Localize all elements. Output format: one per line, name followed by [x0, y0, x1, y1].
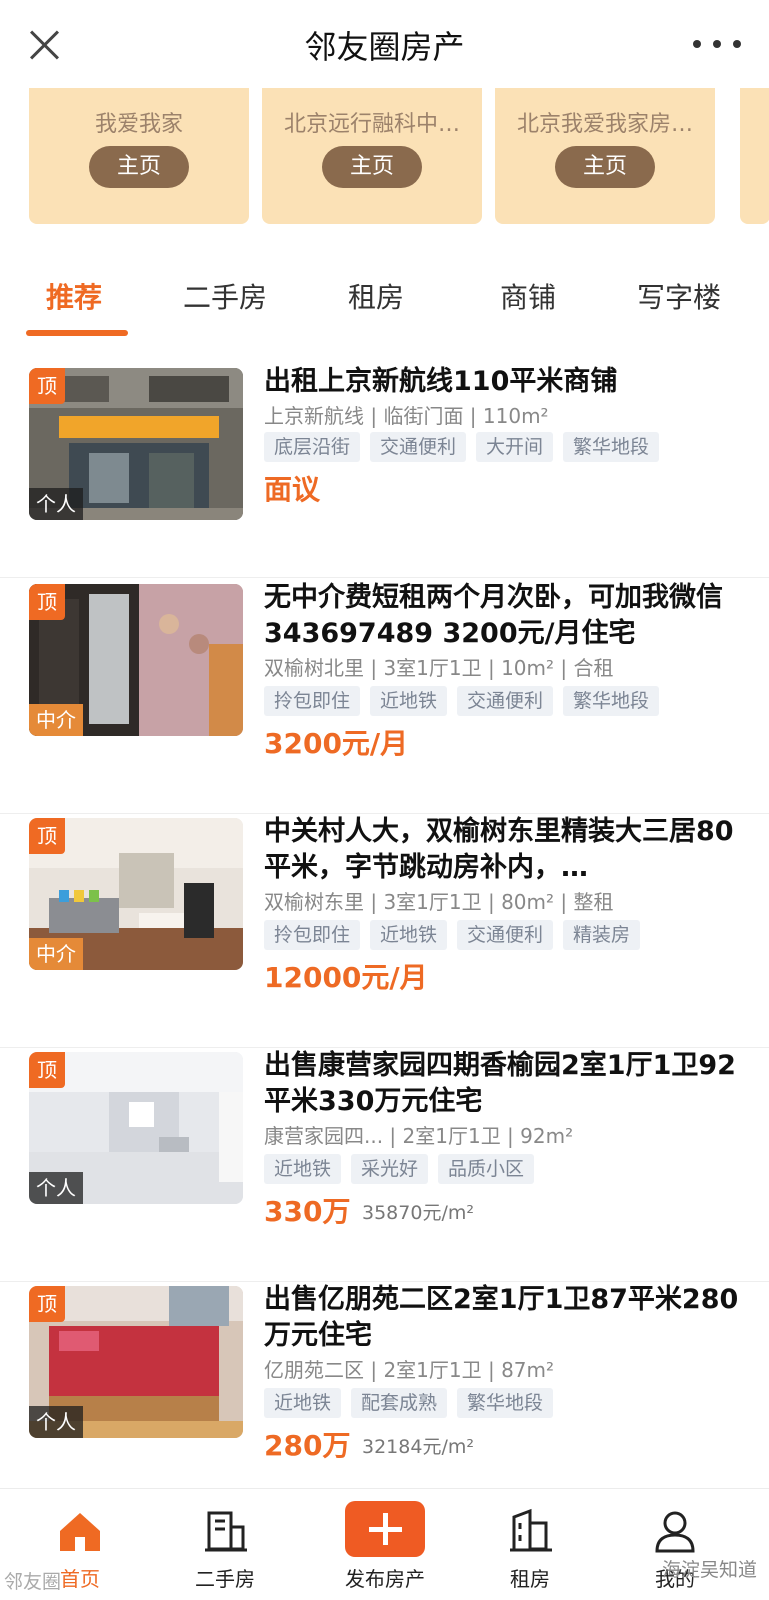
- agent-home-button[interactable]: 主页: [322, 146, 422, 188]
- listing-photo: 顶 个人: [29, 1286, 243, 1438]
- watermark-right: 海淀吴知道: [661, 1559, 757, 1581]
- listing-meta: 亿朋苑二区 | 2室1厅1卫 | 87m²: [264, 1358, 555, 1382]
- top-badge: 顶: [29, 818, 65, 854]
- listing-meta: 双榆树北里 | 3室1厅1卫 | 10m² | 合租: [264, 656, 614, 680]
- source-badge: 个人: [29, 1172, 83, 1204]
- listing-tag: 采光好: [351, 1154, 429, 1184]
- listing-price: 330万: [264, 1195, 351, 1228]
- agent-card-partial[interactable]: [740, 88, 769, 224]
- listing-meta: 康营家园四... | 2室1厅1卫 | 92m²: [264, 1124, 574, 1148]
- listing-title: 无中介费短租两个月次卧，可加我微信343697489 3200元/月住宅: [264, 582, 723, 649]
- agent-home-button[interactable]: 主页: [555, 146, 655, 188]
- agent-card[interactable]: 我爱我家 主页: [29, 88, 249, 224]
- top-badge: 顶: [29, 584, 65, 620]
- tab-rental[interactable]: 租房: [348, 276, 404, 316]
- listing-tag: 交通便利: [457, 686, 554, 716]
- plus-icon: [345, 1501, 425, 1557]
- agent-home-button[interactable]: 主页: [89, 146, 189, 188]
- nav-post[interactable]: 发布房产: [310, 1489, 460, 1600]
- nav-rental[interactable]: 租房: [455, 1489, 605, 1600]
- listing-tag: 拎包即住: [264, 686, 361, 716]
- tab-recommend[interactable]: 推荐: [46, 276, 102, 316]
- listing-tag: 交通便利: [457, 920, 554, 950]
- source-badge: 个人: [29, 1406, 83, 1438]
- listing-tag: 交通便利: [370, 432, 467, 462]
- top-badge: 顶: [29, 1286, 65, 1322]
- listing-title: 出售亿朋苑二区2室1厅1卫87平米280万元住宅: [264, 1284, 739, 1351]
- listing-item[interactable]: 顶 个人 出售康营家园四期香榆园2室1厅1卫92平米330万元住宅 康营家园四.…: [0, 1046, 769, 1282]
- listing-meta: 上京新航线 | 临街门面 | 110m²: [264, 404, 549, 428]
- listing-photo: 顶 中介: [29, 818, 243, 970]
- tab-second-hand[interactable]: 二手房: [183, 276, 267, 316]
- listing-unit-price: 32184元/m²: [362, 1436, 474, 1458]
- listing-price: 280万: [264, 1429, 351, 1462]
- listing-tags: 拎包即住 近地铁 交通便利 繁华地段: [264, 686, 660, 716]
- listing-item[interactable]: 顶 中介 无中介费短租两个月次卧，可加我微信343697489 3200元/月住…: [0, 578, 769, 814]
- listing-title: 出售康营家园四期香榆园2室1厅1卫92平米330万元住宅: [264, 1050, 736, 1117]
- page-title: 邻友圈房产: [304, 28, 465, 66]
- listing-tag: 近地铁: [264, 1388, 342, 1418]
- building-icon: [205, 1511, 247, 1552]
- tab-office[interactable]: 写字楼: [637, 276, 721, 316]
- agent-card[interactable]: 北京远行融科中… 主页: [262, 88, 482, 224]
- nav-mine[interactable]: 我的: [600, 1489, 750, 1600]
- listing-meta: 双榆树东里 | 3室1厅1卫 | 80m² | 整租: [264, 890, 614, 914]
- nav-rental-label: 租房: [510, 1567, 550, 1591]
- nav-second-hand[interactable]: 二手房: [150, 1489, 300, 1600]
- listing-title: 出租上京新航线110平米商铺: [264, 366, 618, 397]
- listing-tag: 大开间: [476, 432, 554, 462]
- listing-tags: 近地铁 采光好 品质小区: [264, 1154, 535, 1184]
- agent-card[interactable]: 北京我爱我家房… 主页: [495, 88, 715, 224]
- listing-tags: 拎包即住 近地铁 交通便利 精装房: [264, 920, 641, 950]
- listing-price: 面议: [264, 473, 321, 506]
- top-badge: 顶: [29, 1052, 65, 1088]
- listing-tag: 底层沿街: [264, 432, 361, 462]
- agent-name: 我爱我家: [94, 112, 183, 137]
- listing-photo: 顶 个人: [29, 368, 243, 520]
- listing-tag: 配套成熟: [351, 1388, 448, 1418]
- agent-carousel: 我爱我家 主页 北京远行融科中… 主页 北京我爱我家房… 主页: [0, 88, 769, 238]
- listing-tag: 近地铁: [264, 1154, 342, 1184]
- nav-second-hand-label: 二手房: [195, 1567, 255, 1591]
- bottom-nav: 首页 二手房 发布房产 租房 我的 邻友圈 海淀吴知道: [0, 1488, 769, 1600]
- listing-tag: 繁华地段: [563, 686, 660, 716]
- listing-unit-price: 35870元/m²: [362, 1202, 474, 1224]
- category-tabs: 推荐 二手房 租房 商铺 写字楼: [0, 258, 769, 342]
- home-icon: [60, 1513, 100, 1551]
- more-options-icon[interactable]: [693, 40, 741, 48]
- tab-shop[interactable]: 商铺: [500, 276, 556, 316]
- app-header: 邻友圈房产: [0, 0, 769, 88]
- listing-photo: 顶 个人: [29, 1052, 243, 1204]
- listing-tag: 近地铁: [370, 920, 448, 950]
- listing-item[interactable]: 顶 中介 中关村人大，双榆树东里精装大三居80平米，字节跳动房补内，… 双榆树东…: [0, 812, 769, 1048]
- nav-post-label: 发布房产: [345, 1567, 425, 1591]
- listing-price: 12000元/月: [264, 961, 428, 994]
- listing-title: 中关村人大，双榆树东里精装大三居80平米，字节跳动房补内，…: [264, 816, 734, 883]
- agent-name: 北京我爱我家房…: [516, 112, 693, 137]
- listing-tag: 品质小区: [438, 1154, 535, 1184]
- source-badge: 中介: [29, 938, 83, 970]
- listing-tag: 精装房: [563, 920, 641, 950]
- listing-tag: 拎包即住: [264, 920, 361, 950]
- source-badge: 中介: [29, 704, 83, 736]
- listing-item[interactable]: 顶 个人 出租上京新航线110平米商铺 上京新航线 | 临街门面 | 110m²…: [0, 342, 769, 578]
- listing-tag: 近地铁: [370, 686, 448, 716]
- listing-tags: 底层沿街 交通便利 大开间 繁华地段: [264, 432, 660, 462]
- listing-tags: 近地铁 配套成熟 繁华地段: [264, 1388, 554, 1418]
- watermark-left: 邻友圈: [4, 1571, 62, 1593]
- listing-photo: 顶 中介: [29, 584, 243, 736]
- apartment-icon: [510, 1508, 552, 1552]
- listing-tag: 繁华地段: [563, 432, 660, 462]
- listing-item[interactable]: 顶 个人 出售亿朋苑二区2室1厅1卫87平米280万元住宅 亿朋苑二区 | 2室…: [0, 1280, 769, 1516]
- source-badge: 个人: [29, 488, 83, 520]
- listing-price: 3200元/月: [264, 727, 409, 760]
- top-badge: 顶: [29, 368, 65, 404]
- listing-tag: 繁华地段: [457, 1388, 554, 1418]
- tab-active-indicator: [26, 330, 128, 336]
- agent-name: 北京远行融科中…: [283, 112, 460, 137]
- user-icon: [655, 1511, 695, 1553]
